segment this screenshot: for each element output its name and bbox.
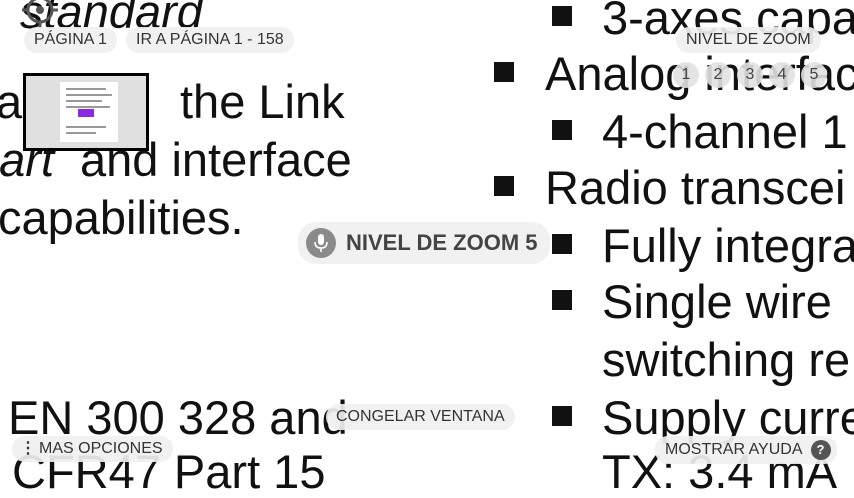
page-indicator: PÁGINA 1 — [24, 27, 117, 53]
doc-line-supply: Supply curre — [602, 391, 854, 444]
bullet-mark — [494, 176, 514, 196]
bullet-mark — [552, 406, 572, 426]
minimap-line — [66, 106, 110, 108]
doc-line-switching: switching re — [602, 333, 851, 386]
zoom-option-1[interactable]: 1 — [673, 62, 699, 88]
zoom-level-label: NIVEL DE ZOOM — [676, 27, 821, 53]
zoom-option-2[interactable]: 2 — [705, 62, 731, 88]
page-minimap[interactable] — [23, 73, 149, 151]
more-options-button[interactable]: ⋮ MAS OPCIONES — [12, 436, 173, 462]
show-help-button[interactable]: MOSTRAR AYUDA? — [655, 436, 837, 464]
freeze-window-button[interactable]: CONGELAR VENTANA — [326, 404, 515, 430]
minimap-line — [66, 100, 102, 102]
voice-status-chip: NIVEL DE ZOOM 5 — [298, 222, 550, 264]
zoom-option-4[interactable]: 4 — [769, 62, 795, 88]
more-options-label: MAS OPCIONES — [39, 440, 163, 457]
microphone-icon[interactable] — [306, 228, 336, 258]
doc-line-a: a — [0, 75, 23, 128]
zoom-option-5[interactable]: 5 — [801, 62, 827, 88]
zoom-option-3[interactable]: 3 — [737, 62, 763, 88]
goto-page-button[interactable]: IR A PÁGINA 1 - 158 — [126, 27, 294, 53]
doc-line-the-link: the Link — [180, 75, 345, 128]
doc-line-4channel: 4-channel 1 — [602, 105, 848, 158]
vertical-dots-icon: ⋮ — [20, 440, 36, 457]
minimap-line — [66, 132, 96, 134]
question-icon: ? — [810, 440, 831, 460]
bullet-mark — [494, 62, 514, 82]
doc-line-capabilities: capabilities. — [0, 191, 244, 244]
doc-line-radio: Radio transcei — [545, 161, 846, 214]
zoom-status-text: NIVEL DE ZOOM 5 — [346, 230, 538, 255]
minimap-line — [66, 94, 112, 96]
bullet-mark — [552, 290, 572, 310]
minimap-line — [66, 126, 106, 128]
minimap-line — [66, 88, 106, 90]
bullet-mark — [552, 120, 572, 140]
bullet-mark — [552, 234, 572, 254]
show-help-label: MOSTRAR AYUDA — [665, 441, 803, 459]
bullet-mark — [552, 6, 572, 26]
doc-line-fully: Fully integra — [602, 219, 854, 272]
minimap-viewport[interactable] — [78, 109, 94, 117]
doc-line-single: Single wire — [602, 275, 832, 328]
doc-line-en300: EN 300 328 and — [8, 391, 348, 444]
crosshair-icon[interactable] — [22, 0, 58, 28]
